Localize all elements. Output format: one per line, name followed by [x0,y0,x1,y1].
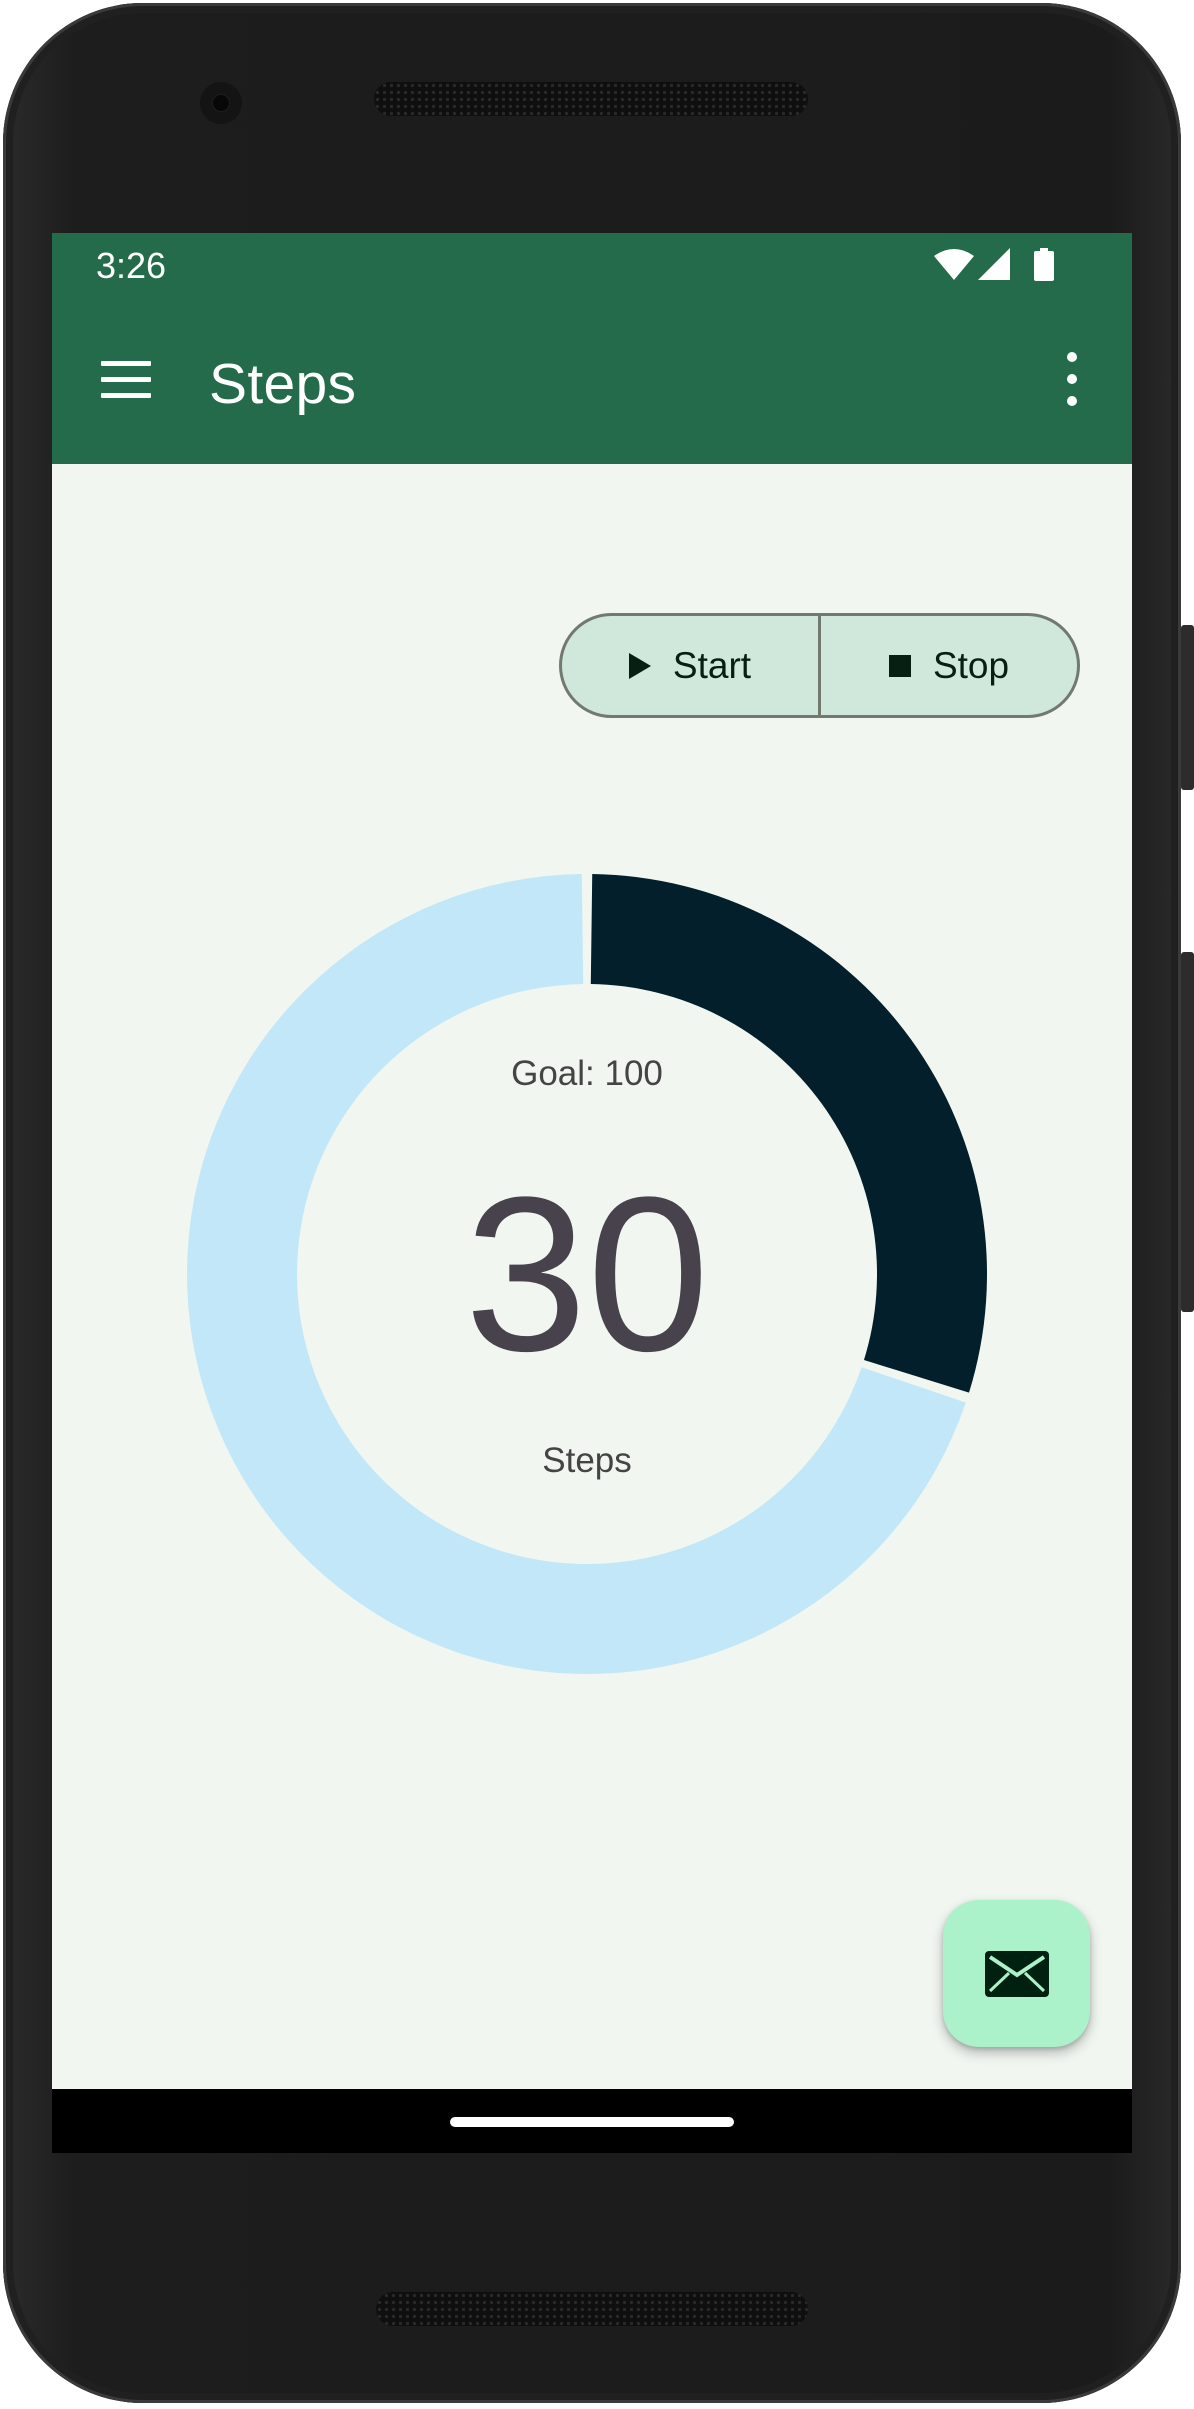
front-camera [200,82,242,124]
power-button [1181,625,1194,790]
status-icons [934,248,1054,281]
screen: 3:26 Steps Start Stop Goal: 100 30 Steps [52,233,1132,2153]
step-count: 30 [464,1151,710,1397]
stop-label: Stop [932,644,1010,686]
start-button[interactable]: Start [562,616,818,715]
bottom-speaker [376,2292,808,2326]
goal-label: Goal: 100 [511,1054,663,1093]
top-speaker [374,82,808,116]
more-vert-icon-dot [1067,396,1077,406]
home-gesture-handle[interactable] [450,2117,734,2127]
start-label: Start [672,644,752,686]
app-bar: Steps [52,296,1132,464]
status-time: 3:26 [96,245,167,286]
volume-button [1181,952,1194,1312]
menu-button[interactable] [96,349,156,409]
battery-icon [1034,248,1054,281]
menu-icon-line [101,377,151,382]
stop-icon [888,654,911,677]
phone-frame: 3:26 Steps Start Stop Goal: 100 30 Steps [0,0,1194,2409]
start-stop-segmented-control: Start Stop [559,613,1080,718]
menu-icon-line [101,393,151,398]
play-icon [628,652,651,679]
signal-icon [978,248,1010,280]
more-vert-icon [1067,352,1077,362]
menu-icon [101,361,151,366]
step-progress-ring: Goal: 100 30 Steps [187,874,987,1674]
more-vert-icon-dot [1067,374,1077,384]
mail-icon [984,1950,1049,1997]
steps-label: Steps [542,1441,632,1480]
page-title: Steps [209,352,357,416]
overflow-menu-button[interactable] [1052,346,1092,412]
stop-button[interactable]: Stop [818,616,1077,715]
wifi-icon [934,249,974,280]
mail-fab[interactable] [943,1900,1090,2047]
status-bar: 3:26 [52,233,1132,296]
gesture-nav-bar [52,2089,1132,2153]
